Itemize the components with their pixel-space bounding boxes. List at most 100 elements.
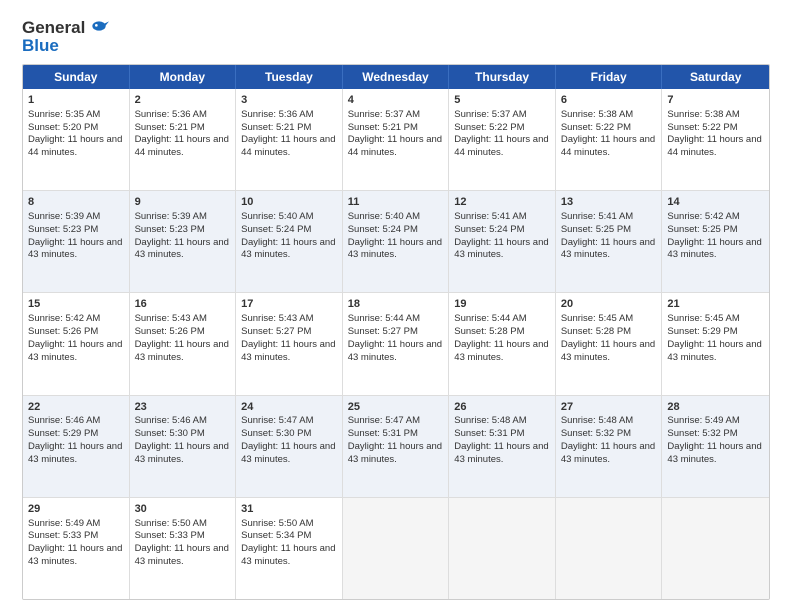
- day-number: 21: [667, 297, 764, 312]
- day-info: Sunset: 5:21 PM: [348, 122, 418, 133]
- day-number: 26: [454, 400, 550, 415]
- day-info: Sunset: 5:24 PM: [241, 224, 311, 235]
- day-info: Sunrise: 5:41 AM: [561, 211, 633, 222]
- day-info: Daylight: 11 hours and 44 minutes.: [348, 134, 442, 158]
- day-number: 29: [28, 502, 124, 517]
- day-number: 25: [348, 400, 444, 415]
- day-info: Sunset: 5:34 PM: [241, 530, 311, 541]
- calendar-cell: 21Sunrise: 5:45 AMSunset: 5:29 PMDayligh…: [662, 293, 769, 394]
- day-info: Sunset: 5:30 PM: [135, 428, 205, 439]
- day-number: 31: [241, 502, 337, 517]
- day-info: Daylight: 11 hours and 43 minutes.: [28, 237, 122, 261]
- day-info: Sunset: 5:30 PM: [241, 428, 311, 439]
- header-day-friday: Friday: [556, 65, 663, 89]
- day-info: Sunrise: 5:43 AM: [241, 313, 313, 324]
- day-info: Sunset: 5:24 PM: [348, 224, 418, 235]
- day-info: Sunset: 5:25 PM: [667, 224, 737, 235]
- day-info: Sunset: 5:23 PM: [28, 224, 98, 235]
- day-info: Daylight: 11 hours and 44 minutes.: [241, 134, 335, 158]
- day-number: 5: [454, 93, 550, 108]
- day-info: Sunrise: 5:39 AM: [135, 211, 207, 222]
- day-info: Daylight: 11 hours and 43 minutes.: [241, 543, 335, 567]
- day-number: 24: [241, 400, 337, 415]
- calendar-cell: [449, 498, 556, 599]
- day-info: Sunset: 5:22 PM: [561, 122, 631, 133]
- calendar-cell: 28Sunrise: 5:49 AMSunset: 5:32 PMDayligh…: [662, 396, 769, 497]
- day-info: Sunset: 5:20 PM: [28, 122, 98, 133]
- day-info: Sunset: 5:26 PM: [28, 326, 98, 337]
- calendar-cell: 26Sunrise: 5:48 AMSunset: 5:31 PMDayligh…: [449, 396, 556, 497]
- day-info: Daylight: 11 hours and 43 minutes.: [454, 441, 548, 465]
- day-number: 13: [561, 195, 657, 210]
- day-info: Sunrise: 5:42 AM: [667, 211, 739, 222]
- calendar-cell: 19Sunrise: 5:44 AMSunset: 5:28 PMDayligh…: [449, 293, 556, 394]
- day-info: Daylight: 11 hours and 43 minutes.: [135, 237, 229, 261]
- day-info: Sunrise: 5:37 AM: [348, 109, 420, 120]
- calendar-cell: 2Sunrise: 5:36 AMSunset: 5:21 PMDaylight…: [130, 89, 237, 190]
- day-info: Sunrise: 5:44 AM: [454, 313, 526, 324]
- calendar-cell: 6Sunrise: 5:38 AMSunset: 5:22 PMDaylight…: [556, 89, 663, 190]
- page: General Blue SundayMondayTuesdayWednesda…: [0, 0, 792, 612]
- day-number: 4: [348, 93, 444, 108]
- day-info: Sunrise: 5:47 AM: [348, 415, 420, 426]
- calendar-cell: 17Sunrise: 5:43 AMSunset: 5:27 PMDayligh…: [236, 293, 343, 394]
- day-info: Sunrise: 5:39 AM: [28, 211, 100, 222]
- day-info: Sunset: 5:21 PM: [241, 122, 311, 133]
- day-info: Daylight: 11 hours and 43 minutes.: [28, 441, 122, 465]
- day-info: Daylight: 11 hours and 43 minutes.: [135, 339, 229, 363]
- day-info: Daylight: 11 hours and 44 minutes.: [28, 134, 122, 158]
- header-day-monday: Monday: [130, 65, 237, 89]
- day-info: Sunset: 5:27 PM: [241, 326, 311, 337]
- day-info: Daylight: 11 hours and 43 minutes.: [241, 441, 335, 465]
- day-number: 20: [561, 297, 657, 312]
- day-info: Daylight: 11 hours and 43 minutes.: [348, 237, 442, 261]
- day-number: 7: [667, 93, 764, 108]
- day-info: Sunrise: 5:46 AM: [135, 415, 207, 426]
- day-info: Sunset: 5:33 PM: [135, 530, 205, 541]
- header-day-tuesday: Tuesday: [236, 65, 343, 89]
- header-day-thursday: Thursday: [449, 65, 556, 89]
- calendar-header: SundayMondayTuesdayWednesdayThursdayFrid…: [23, 65, 769, 89]
- day-info: Sunrise: 5:40 AM: [241, 211, 313, 222]
- day-info: Sunset: 5:28 PM: [561, 326, 631, 337]
- day-info: Sunset: 5:23 PM: [135, 224, 205, 235]
- day-info: Sunrise: 5:50 AM: [135, 518, 207, 529]
- calendar-cell: 30Sunrise: 5:50 AMSunset: 5:33 PMDayligh…: [130, 498, 237, 599]
- day-info: Sunset: 5:28 PM: [454, 326, 524, 337]
- day-info: Sunset: 5:24 PM: [454, 224, 524, 235]
- day-info: Sunset: 5:22 PM: [454, 122, 524, 133]
- day-info: Sunset: 5:33 PM: [28, 530, 98, 541]
- day-info: Sunrise: 5:49 AM: [667, 415, 739, 426]
- calendar-cell: 16Sunrise: 5:43 AMSunset: 5:26 PMDayligh…: [130, 293, 237, 394]
- calendar-cell: 18Sunrise: 5:44 AMSunset: 5:27 PMDayligh…: [343, 293, 450, 394]
- calendar-cell: 25Sunrise: 5:47 AMSunset: 5:31 PMDayligh…: [343, 396, 450, 497]
- day-number: 11: [348, 195, 444, 210]
- day-info: Sunset: 5:22 PM: [667, 122, 737, 133]
- day-info: Sunset: 5:26 PM: [135, 326, 205, 337]
- calendar-cell: 23Sunrise: 5:46 AMSunset: 5:30 PMDayligh…: [130, 396, 237, 497]
- header: General Blue: [22, 18, 770, 56]
- day-info: Daylight: 11 hours and 43 minutes.: [348, 441, 442, 465]
- calendar-cell: 5Sunrise: 5:37 AMSunset: 5:22 PMDaylight…: [449, 89, 556, 190]
- calendar-week-4: 22Sunrise: 5:46 AMSunset: 5:29 PMDayligh…: [23, 395, 769, 497]
- calendar-week-5: 29Sunrise: 5:49 AMSunset: 5:33 PMDayligh…: [23, 497, 769, 599]
- day-info: Sunrise: 5:45 AM: [667, 313, 739, 324]
- day-number: 16: [135, 297, 231, 312]
- calendar-cell: 1Sunrise: 5:35 AMSunset: 5:20 PMDaylight…: [23, 89, 130, 190]
- logo-blue: Blue: [22, 36, 59, 56]
- day-info: Sunrise: 5:47 AM: [241, 415, 313, 426]
- calendar-cell: 29Sunrise: 5:49 AMSunset: 5:33 PMDayligh…: [23, 498, 130, 599]
- day-info: Sunset: 5:32 PM: [667, 428, 737, 439]
- day-info: Sunset: 5:21 PM: [135, 122, 205, 133]
- day-number: 8: [28, 195, 124, 210]
- day-info: Sunrise: 5:41 AM: [454, 211, 526, 222]
- calendar-cell: [343, 498, 450, 599]
- day-info: Daylight: 11 hours and 44 minutes.: [667, 134, 761, 158]
- calendar-cell: 12Sunrise: 5:41 AMSunset: 5:24 PMDayligh…: [449, 191, 556, 292]
- logo-text: General: [22, 18, 111, 38]
- day-number: 14: [667, 195, 764, 210]
- calendar-cell: 11Sunrise: 5:40 AMSunset: 5:24 PMDayligh…: [343, 191, 450, 292]
- day-info: Daylight: 11 hours and 43 minutes.: [561, 441, 655, 465]
- calendar-cell: [662, 498, 769, 599]
- day-info: Sunrise: 5:50 AM: [241, 518, 313, 529]
